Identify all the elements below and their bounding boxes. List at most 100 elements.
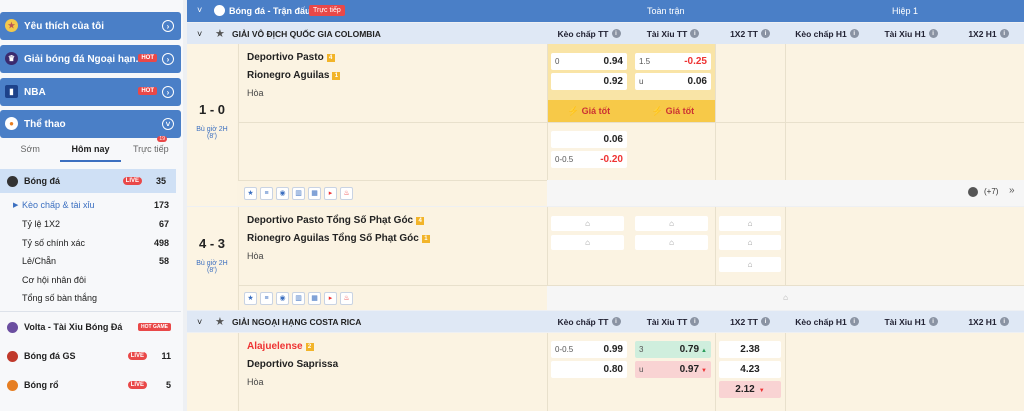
col-header-1x2: 1X2 TT i [715, 311, 785, 332]
lock-icon: ⌂ [719, 235, 781, 250]
field-icon[interactable]: ▦ [308, 291, 321, 305]
best-price-button[interactable]: ⚡ Giá tốt [547, 100, 631, 122]
subitem-count: 67 [158, 218, 169, 229]
star-icon[interactable]: ★ [244, 186, 257, 200]
arrow-up-icon: ▲ [701, 348, 707, 354]
odds-button[interactable]: 0-0.5 0.99 [551, 341, 627, 358]
home-team[interactable]: Deportivo Pasto 4 [247, 52, 335, 63]
sidebar-item-volta[interactable]: Volta - Tài Xỉu Bóng Đá HOT GAME [0, 315, 181, 339]
info-icon[interactable]: i [849, 29, 859, 38]
match-minute: (8') [207, 133, 217, 140]
sidebar-item-basketball[interactable]: Bóng rổ LIVE 5 [0, 373, 181, 397]
subitem-correct-score[interactable]: Tỷ số chính xác 498 [22, 234, 172, 251]
sidebar-item-gs[interactable]: Bóng đá GS LIVE 11 [0, 344, 181, 368]
eye-icon[interactable]: ◉ [276, 291, 289, 305]
away-team[interactable]: Rionegro Aguilas Tổng Số Phạt Góc 1 [247, 233, 430, 244]
collapse-chevron-icon[interactable]: ˅ [197, 29, 202, 39]
fire-icon[interactable]: ♨ [340, 186, 353, 200]
stats-icon[interactable]: ▥ [292, 291, 305, 305]
star-icon: ★ [5, 19, 18, 32]
double-chevron-right-icon[interactable]: » [1009, 185, 1015, 196]
info-icon[interactable]: i [760, 29, 770, 38]
col-header-hc-h1: Kèo chấp H1 i [785, 311, 869, 332]
info-icon[interactable]: i [690, 317, 700, 326]
odds-button-up[interactable]: 3 0.79 ▲ [635, 341, 711, 358]
odds-button[interactable]: u 0.06 [635, 73, 711, 90]
field-icon[interactable]: ▦ [308, 186, 321, 200]
collapse-chevron-icon[interactable]: ˅ [197, 5, 202, 15]
subitem-label: Tỷ số chính xác [22, 237, 86, 248]
info-icon[interactable]: i [999, 317, 1009, 326]
info-icon[interactable]: i [690, 29, 700, 38]
team-name: Deportivo Pasto [247, 52, 324, 63]
odds-button[interactable]: 0.80 [551, 361, 627, 378]
odds-value: 0.79 [679, 344, 700, 355]
odds-button[interactable]: 4.23 [719, 361, 781, 378]
odds-button[interactable]: 2.38 [719, 341, 781, 358]
star-icon[interactable]: ★ [215, 315, 225, 328]
draw-label: Hòa [247, 377, 264, 387]
match-time: Bù giờ 2H [196, 260, 228, 267]
away-team[interactable]: Rionegro Aguilas 1 [247, 70, 341, 81]
eye-icon[interactable]: ◉ [276, 186, 289, 200]
subitem-handicap-ou[interactable]: ▶ Kèo chấp & tài xỉu 173 [13, 196, 172, 213]
star-icon[interactable]: ★ [215, 27, 225, 40]
lock-icon: ⌂ [719, 257, 781, 272]
home-team[interactable]: Deportivo Pasto Tổng Số Phạt Góc 4 [247, 215, 425, 226]
odds-button-down[interactable]: 2.12 ▼ [719, 381, 781, 398]
premier-league-header[interactable]: ♛ Giải bóng đá Ngoại hạn... HOT › [0, 45, 181, 73]
tab-today[interactable]: Hôm nay [60, 138, 121, 162]
info-icon[interactable]: i [760, 317, 770, 326]
hot-badge: HOT [138, 87, 157, 95]
odds-button[interactable]: 0.92 [551, 73, 627, 90]
play-icon[interactable]: ▸ [324, 291, 337, 305]
subitem-label: Lẻ/Chẵn [22, 255, 57, 266]
score-cell: 4 - 3 Bù giờ 2H (8') [187, 207, 237, 310]
info-icon[interactable]: i [849, 317, 859, 326]
info-icon[interactable]: i [611, 29, 621, 38]
home-team[interactable]: Alajuelense 2 [247, 341, 314, 352]
total-line: 3 [639, 345, 644, 354]
away-team[interactable]: Deportivo Saprissa [247, 359, 338, 370]
best-price-button[interactable]: ⚡ Giá tốt [631, 100, 715, 122]
nba-header[interactable]: ▮ NBA HOT › [0, 78, 181, 106]
league-header[interactable]: ˅ ★ GIẢI NGOẠI HẠNG COSTA RICA Kèo chấp … [187, 311, 1024, 332]
database-icon[interactable]: ≡ [260, 291, 273, 305]
football-count: 35 [155, 176, 166, 186]
info-icon[interactable]: i [999, 29, 1009, 38]
subitem-count: 58 [158, 255, 169, 266]
more-markets-count[interactable]: (+7) [984, 187, 998, 196]
divider [547, 207, 548, 285]
live-badge: LIVE [127, 352, 147, 360]
fire-icon[interactable]: ♨ [340, 291, 353, 305]
odds-button[interactable]: 0.06 [551, 131, 627, 148]
info-icon[interactable]: i [928, 317, 938, 326]
subitem-total-goals[interactable]: Tổng số bàn thắng [22, 289, 172, 306]
collapse-chevron-icon[interactable]: ˅ [197, 317, 202, 327]
sidebar-item-football[interactable]: Bóng đá LIVE 35 [0, 169, 176, 193]
subitem-1x2[interactable]: Tỷ lệ 1X2 67 [22, 215, 172, 232]
odds-button-down[interactable]: u 0.97 ▼ [635, 361, 711, 378]
info-icon[interactable]: i [611, 317, 621, 326]
database-icon[interactable]: ≡ [260, 186, 273, 200]
odds-button[interactable]: 0 0.94 [551, 53, 627, 70]
match-row: 4 - 3 Bù giờ 2H (8') Deportivo Pasto Tổn… [187, 207, 1024, 310]
stats-icon[interactable]: ▥ [292, 186, 305, 200]
favorites-header[interactable]: ★ Yêu thích của tôi › [0, 12, 181, 40]
odds-button[interactable]: 1.5 -0.25 [635, 53, 711, 70]
subitem-odd-even[interactable]: Lẻ/Chẵn 58 [22, 252, 172, 269]
info-icon[interactable]: i [928, 29, 938, 38]
star-icon[interactable]: ★ [244, 291, 257, 305]
sports-header[interactable]: ● Thể thao ˅ [0, 110, 181, 138]
odds-button[interactable]: 0-0.5 -0.20 [551, 151, 627, 168]
team-name: Rionegro Aguilas [247, 70, 330, 81]
nba-label: NBA [24, 86, 46, 98]
play-icon[interactable]: ▸ [324, 186, 337, 200]
league-header[interactable]: ˅ ★ GIẢI VÔ ĐỊCH QUỐC GIA COLOMBIA Kèo c… [187, 23, 1024, 44]
col-label: 1X2 H1 [968, 28, 997, 39]
tab-live[interactable]: Trực tiếp 19 [121, 136, 181, 162]
tab-early[interactable]: Sớm [0, 138, 60, 162]
subitem-double-chance[interactable]: Cơ hội nhân đôi [22, 271, 172, 288]
lock-icon: ⌂ [635, 235, 708, 250]
under-label: u [639, 365, 644, 374]
